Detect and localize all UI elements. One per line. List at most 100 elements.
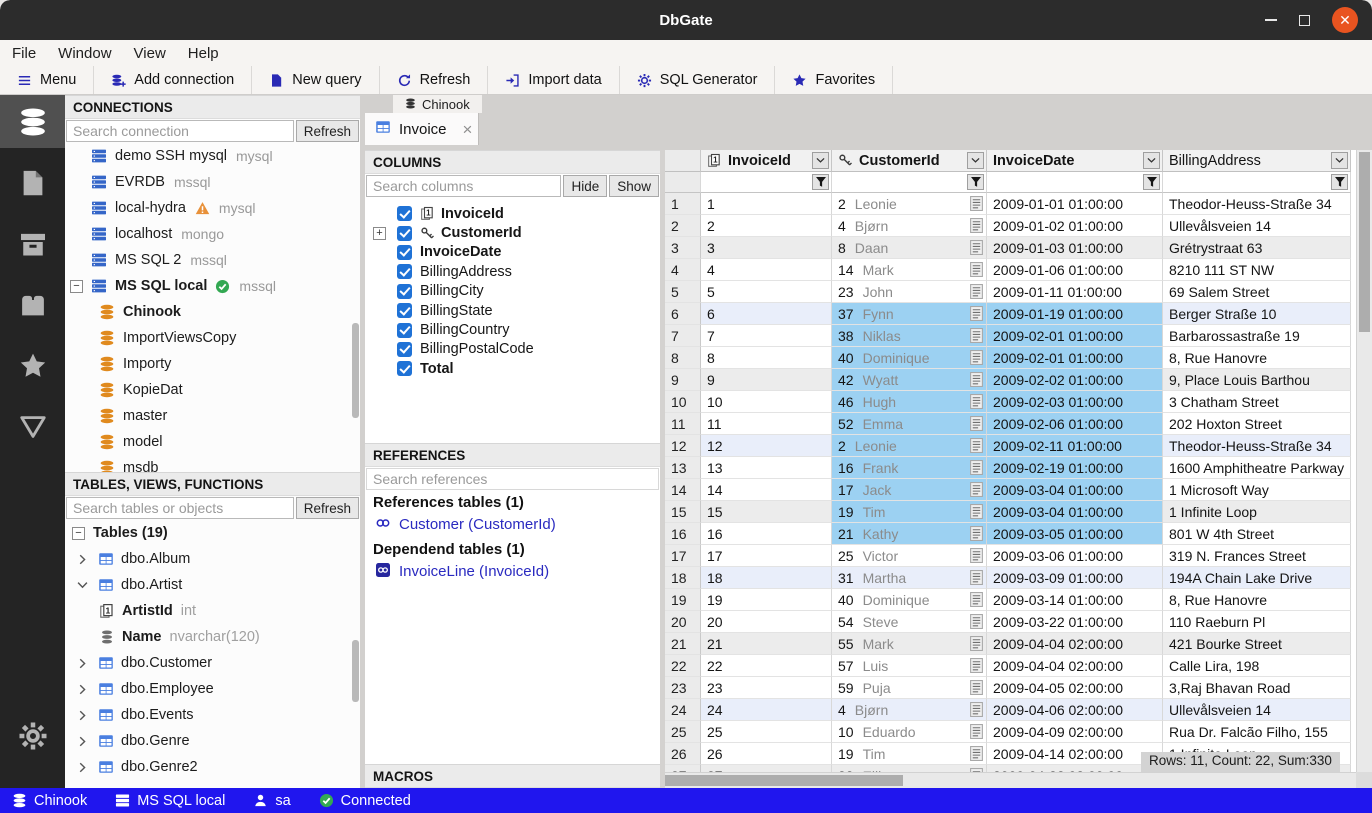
cell-billingaddress[interactable]: 69 Salem Street: [1163, 281, 1351, 303]
cell-invoicedate[interactable]: 2009-02-19 01:00:00: [987, 457, 1163, 479]
cell-invoicedate[interactable]: 2009-01-02 01:00:00: [987, 215, 1163, 237]
connection-item[interactable]: local-hydramysql: [65, 195, 360, 221]
connection-item[interactable]: localhostmongo: [65, 221, 360, 247]
row-number-cell[interactable]: 8: [665, 347, 701, 369]
cell-invoicedate[interactable]: 2009-02-02 01:00:00: [987, 369, 1163, 391]
connection-item[interactable]: demo SSH mysqlmysql: [65, 143, 360, 169]
connection-item[interactable]: master: [65, 403, 360, 429]
cell-customerid[interactable]: 54Steve: [832, 611, 987, 633]
column-menu-button[interactable]: [1331, 152, 1348, 169]
cell-invoiceid[interactable]: 22: [701, 655, 832, 677]
cell-invoicedate[interactable]: 2009-02-03 01:00:00: [987, 391, 1163, 413]
cell-billingaddress[interactable]: 8210 111 ST NW: [1163, 259, 1351, 281]
cell-customerid[interactable]: 46Hugh: [832, 391, 987, 413]
checkbox-checked[interactable]: [397, 245, 412, 260]
grid-filter-invoiceDate[interactable]: [987, 172, 1163, 193]
cell-customerid[interactable]: 17Jack: [832, 479, 987, 501]
cell-document-icon[interactable]: [970, 746, 983, 761]
cell-billingaddress[interactable]: 319 N. Frances Street: [1163, 545, 1351, 567]
cell-document-icon[interactable]: [970, 702, 983, 717]
row-number-cell[interactable]: 25: [665, 721, 701, 743]
toolbar-button-import-data[interactable]: Import data: [488, 66, 619, 94]
connections-scrollbar[interactable]: [352, 323, 359, 418]
connection-item[interactable]: MS SQL 2mssql: [65, 247, 360, 273]
connection-item[interactable]: ImportViewsCopy: [65, 325, 360, 351]
cell-invoicedate[interactable]: 2009-02-11 01:00:00: [987, 435, 1163, 457]
row-number-cell[interactable]: 2: [665, 215, 701, 237]
tree-item-dbo-customer[interactable]: dbo.Customer: [65, 650, 360, 676]
cell-billingaddress[interactable]: 801 W 4th Street: [1163, 523, 1351, 545]
grid-header-billingAddress[interactable]: BillingAddress: [1163, 150, 1351, 172]
row-number-cell[interactable]: 27: [665, 765, 701, 772]
cell-invoicedate[interactable]: 2009-04-22 02:00:00: [987, 765, 1163, 772]
tree-item-dbo-employee[interactable]: dbo.Employee: [65, 676, 360, 702]
cell-document-icon[interactable]: [970, 372, 983, 387]
cell-invoicedate[interactable]: 2009-02-01 01:00:00: [987, 325, 1163, 347]
row-number-cell[interactable]: 3: [665, 237, 701, 259]
tables-refresh-button[interactable]: Refresh: [296, 497, 359, 519]
row-number-cell[interactable]: 22: [665, 655, 701, 677]
cell-document-icon[interactable]: [970, 240, 983, 255]
cell-customerid[interactable]: 55Mark: [832, 633, 987, 655]
cell-invoicedate[interactable]: 2009-03-04 01:00:00: [987, 479, 1163, 501]
checkbox-checked[interactable]: [397, 323, 412, 338]
cell-invoicedate[interactable]: 2009-04-04 02:00:00: [987, 633, 1163, 655]
cell-invoicedate[interactable]: 2009-03-06 01:00:00: [987, 545, 1163, 567]
row-number-cell[interactable]: 15: [665, 501, 701, 523]
cell-billingaddress[interactable]: 110 Raeburn Pl: [1163, 611, 1351, 633]
cell-customerid[interactable]: 33Ellie: [832, 765, 987, 772]
connections-refresh-button[interactable]: Refresh: [296, 120, 359, 142]
cell-billingaddress[interactable]: 8, Rue Hanovre: [1163, 347, 1351, 369]
reference-link-invoiceline[interactable]: InvoiceLine (InvoiceId): [365, 560, 660, 585]
toolbar-button-menu[interactable]: Menu: [0, 66, 94, 94]
cell-document-icon[interactable]: [970, 526, 983, 541]
activity-database-icon[interactable]: [0, 95, 65, 148]
cell-document-icon[interactable]: [970, 196, 983, 211]
cell-document-icon[interactable]: [970, 592, 983, 607]
cell-document-icon[interactable]: [970, 680, 983, 695]
tree-item-tables-19-[interactable]: −Tables (19): [65, 520, 360, 546]
cell-customerid[interactable]: 25Victor: [832, 545, 987, 567]
connection-item[interactable]: msdb: [65, 455, 360, 472]
connection-item[interactable]: Chinook: [65, 299, 360, 325]
row-number-cell[interactable]: 24: [665, 699, 701, 721]
row-number-cell[interactable]: 7: [665, 325, 701, 347]
cell-invoiceid[interactable]: 10: [701, 391, 832, 413]
reference-link-customer[interactable]: Customer (CustomerId): [365, 513, 660, 538]
cell-document-icon[interactable]: [970, 438, 983, 453]
toolbar-button-sql-generator[interactable]: SQL Generator: [620, 66, 776, 94]
checkbox-checked[interactable]: [397, 361, 412, 376]
row-number-cell[interactable]: 17: [665, 545, 701, 567]
cell-billingaddress[interactable]: Berger Straße 10: [1163, 303, 1351, 325]
filter-icon[interactable]: [812, 174, 829, 190]
column-toggle-invoiceid[interactable]: 1InvoiceId: [365, 204, 660, 223]
status-sa[interactable]: sa: [253, 793, 290, 809]
cell-invoicedate[interactable]: 2009-01-06 01:00:00: [987, 259, 1163, 281]
cell-invoiceid[interactable]: 2: [701, 215, 832, 237]
cell-billingaddress[interactable]: 202 Hoxton Street: [1163, 413, 1351, 435]
cell-document-icon[interactable]: [970, 306, 983, 321]
cell-customerid[interactable]: 16Frank: [832, 457, 987, 479]
column-toggle-billingstate[interactable]: BillingState: [365, 301, 660, 320]
toolbar-button-favorites[interactable]: Favorites: [775, 66, 893, 94]
cell-document-icon[interactable]: [970, 548, 983, 563]
cell-customerid[interactable]: 4Bjørn: [832, 699, 987, 721]
cell-invoiceid[interactable]: 26: [701, 743, 832, 765]
activity-file-icon[interactable]: [0, 156, 65, 209]
cell-invoicedate[interactable]: 2009-03-22 01:00:00: [987, 611, 1163, 633]
cell-billingaddress[interactable]: Calle Lira, 198: [1163, 655, 1351, 677]
cell-invoiceid[interactable]: 12: [701, 435, 832, 457]
activity-settings-icon[interactable]: [0, 709, 65, 762]
cell-invoiceid[interactable]: 15: [701, 501, 832, 523]
grid-filter-billingAddress[interactable]: [1163, 172, 1351, 193]
connection-item[interactable]: Importy: [65, 351, 360, 377]
connections-search-input[interactable]: [66, 120, 294, 142]
cell-invoicedate[interactable]: 2009-04-05 02:00:00: [987, 677, 1163, 699]
status-chinook[interactable]: Chinook: [12, 793, 87, 809]
cell-billingaddress[interactable]: 1600 Amphitheatre Parkway: [1163, 457, 1351, 479]
menu-help[interactable]: Help: [188, 45, 219, 62]
cell-invoicedate[interactable]: 2009-03-09 01:00:00: [987, 567, 1163, 589]
row-number-cell[interactable]: 11: [665, 413, 701, 435]
tab-close-icon[interactable]: ×: [463, 121, 473, 138]
expander-icon[interactable]: −: [70, 280, 83, 293]
